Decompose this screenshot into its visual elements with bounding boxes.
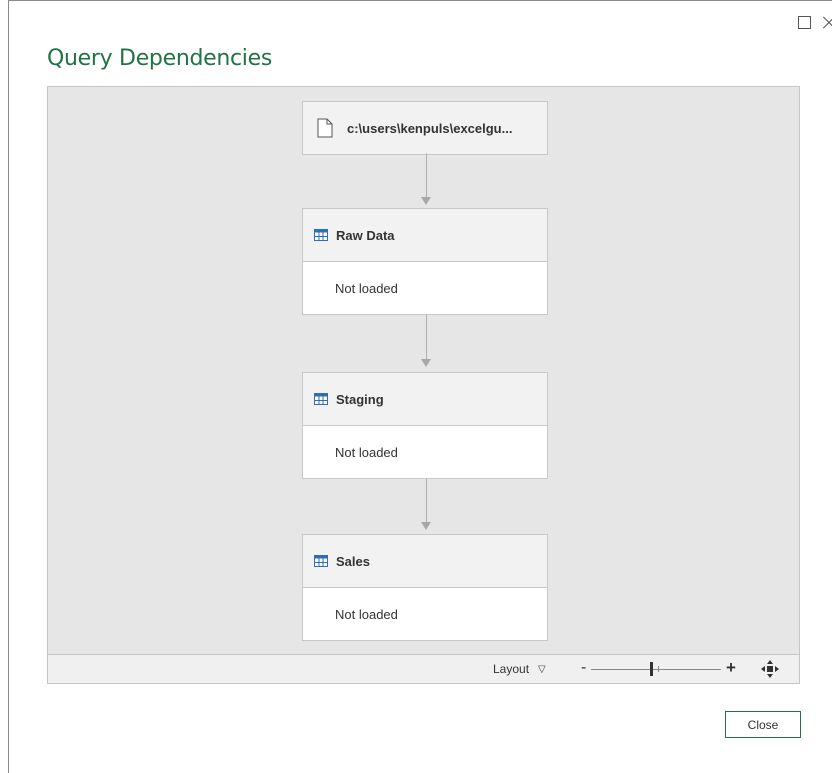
- node-label: c:\users\kenpuls\excelgu...: [347, 120, 513, 136]
- dialog-title: Query Dependencies: [47, 46, 273, 71]
- file-icon: [317, 118, 333, 138]
- node-sales[interactable]: Sales Not loaded: [302, 534, 548, 641]
- node-label: Sales: [336, 553, 370, 569]
- zoom-slider-tick: [658, 666, 659, 672]
- table-icon: [314, 229, 328, 241]
- arrow-down-icon: [421, 359, 431, 367]
- table-icon: [314, 393, 328, 405]
- node-status: Not loaded: [335, 280, 398, 296]
- node-raw-data[interactable]: Raw Data Not loaded: [302, 208, 548, 315]
- maximize-icon: [798, 16, 811, 29]
- node-label: Staging: [336, 391, 384, 407]
- arrow-down-icon: [421, 522, 431, 530]
- node-status: Not loaded: [335, 606, 398, 622]
- connector-line: [426, 315, 427, 359]
- arrow-down-icon: [421, 197, 431, 205]
- zoom-slider-track[interactable]: [591, 669, 721, 670]
- node-status: Not loaded: [335, 444, 398, 460]
- maximize-button[interactable]: [792, 11, 816, 35]
- node-source-file[interactable]: c:\users\kenpuls\excelgu...: [302, 101, 548, 155]
- layout-dropdown-icon[interactable]: ▽: [538, 664, 546, 675]
- connector-line: [426, 153, 427, 197]
- fit-to-screen-icon[interactable]: [761, 660, 779, 678]
- layout-button[interactable]: Layout: [493, 662, 529, 676]
- dependency-canvas[interactable]: c:\users\kenpuls\excelgu... Raw Data Not…: [47, 86, 800, 655]
- zoom-out-button[interactable]: -: [581, 659, 586, 677]
- close-button[interactable]: Close: [725, 711, 801, 738]
- zoom-in-button[interactable]: +: [726, 658, 736, 678]
- node-label: Raw Data: [336, 227, 395, 243]
- window-close-button[interactable]: [816, 11, 832, 35]
- table-icon: [314, 555, 328, 567]
- node-staging[interactable]: Staging Not loaded: [302, 372, 548, 479]
- zoom-slider-thumb[interactable]: [650, 662, 653, 676]
- connector-line: [426, 479, 427, 522]
